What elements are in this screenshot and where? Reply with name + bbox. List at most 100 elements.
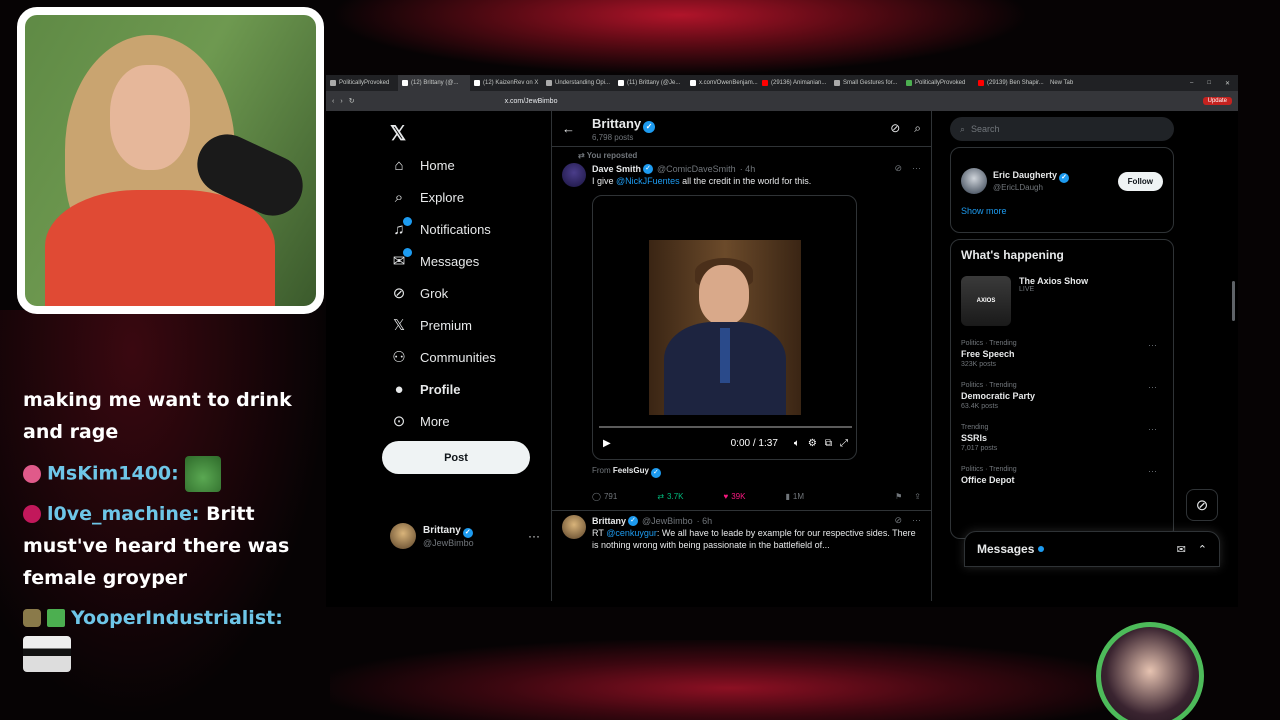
- video-player[interactable]: ▶ 0:00 / 1:37 🔈︎ ⚙ ⧉ ⤢: [592, 195, 857, 460]
- fullscreen-icon[interactable]: ⤢: [840, 438, 848, 449]
- more-dots-icon[interactable]: ···: [912, 515, 921, 526]
- tweet[interactable]: ⇄ You reposted Dave Smith ✓ @ComicDaveSmi…: [552, 147, 931, 506]
- search-placeholder: Search: [971, 124, 1000, 134]
- grok-icon[interactable]: ⊘: [890, 121, 900, 136]
- stream-chat: making me want to drink and rage MsKim14…: [23, 384, 323, 672]
- more-dots-icon[interactable]: ···: [1148, 340, 1157, 350]
- nav-explore[interactable]: ⌕ Explore: [390, 185, 464, 209]
- x-logo-icon[interactable]: 𝕏: [390, 121, 406, 146]
- minimize-icon[interactable]: –: [1190, 80, 1193, 87]
- maximize-icon[interactable]: □: [1207, 80, 1211, 87]
- new-message-icon[interactable]: ✉: [1177, 543, 1186, 556]
- nav-communities[interactable]: ⚇ Communities: [390, 345, 496, 369]
- tweet-handle[interactable]: @ComicDaveSmith: [657, 164, 736, 174]
- tab-label: PoliticallyProvoked: [915, 80, 966, 86]
- reply-button[interactable]: ◯ 791: [592, 492, 617, 501]
- nav-messages[interactable]: ✉ Messages: [390, 248, 479, 273]
- live-event[interactable]: AXIOS The Axios Show LIVE: [961, 276, 1163, 326]
- trend-item[interactable]: Politics · Trending Office Depot ···: [961, 466, 1163, 485]
- background-glow-top: [330, 0, 1030, 75]
- grok-icon[interactable]: ⊘: [894, 163, 902, 174]
- avatar[interactable]: [961, 168, 987, 194]
- follow-button[interactable]: Follow: [1117, 171, 1163, 191]
- search-icon[interactable]: ⌕: [914, 121, 921, 136]
- trend-category: Politics · Trending: [961, 340, 1017, 347]
- update-button[interactable]: Update: [1202, 97, 1232, 105]
- from-author[interactable]: FeelsGuy: [613, 466, 649, 475]
- nav-premium[interactable]: 𝕏 Premium: [390, 313, 472, 337]
- post-button[interactable]: Post: [382, 441, 530, 474]
- nav-notifications[interactable]: ♫ Notifications: [390, 216, 491, 241]
- back-icon[interactable]: ‹: [332, 98, 334, 105]
- nav-more[interactable]: ⊙ More: [390, 409, 450, 433]
- browser-tab[interactable]: (12) KaizenRev on X: [470, 75, 542, 91]
- views-button[interactable]: ▮ 1M: [785, 492, 804, 501]
- messages-drawer[interactable]: Messages ✉ ⌃: [964, 531, 1220, 567]
- browser-tab[interactable]: Small Gestures for...: [830, 75, 902, 91]
- trend-item[interactable]: Trending SSRIs 7,017 posts ···: [961, 424, 1163, 452]
- browser-tab[interactable]: (29139) Ben Shapir...: [974, 75, 1046, 91]
- mention-link[interactable]: @NickJFuentes: [616, 176, 680, 186]
- grok-floating-button[interactable]: ⊘: [1186, 489, 1218, 521]
- forward-icon[interactable]: ›: [340, 98, 342, 105]
- volume-icon[interactable]: 🔈︎: [794, 438, 800, 449]
- tab-label: Understanding Opi...: [555, 80, 611, 86]
- verified-icon: ✓: [643, 163, 654, 174]
- settings-gear-icon[interactable]: ⚙: [808, 438, 817, 449]
- url-field[interactable]: x.com/JewBimbo: [505, 98, 558, 105]
- tweet-time[interactable]: · 4h: [740, 164, 756, 174]
- account-name: Brittany ✓: [423, 525, 474, 538]
- more-dots-icon[interactable]: ···: [1148, 382, 1157, 392]
- browser-tab[interactable]: x.com/OwenBenjam...: [686, 75, 758, 91]
- more-dots-icon[interactable]: ···: [528, 529, 540, 543]
- like-button[interactable]: ♥ 39K: [723, 492, 745, 501]
- verified-icon: ✓: [1059, 173, 1070, 183]
- reload-icon[interactable]: ↻: [349, 97, 355, 105]
- play-icon[interactable]: ▶: [603, 438, 611, 449]
- trend-item[interactable]: Politics · Trending Democratic Party 63.…: [961, 382, 1163, 410]
- tweet[interactable]: Brittany ✓ @JewBimbo · 6h ⊘ ··· RT @cenkuy…: [552, 511, 931, 551]
- grok-icon: ⊘: [1195, 497, 1209, 514]
- video-progress-bar[interactable]: [599, 426, 852, 428]
- more-dots-icon[interactable]: ···: [912, 163, 921, 174]
- chevron-up-icon[interactable]: ⌃: [1198, 543, 1207, 556]
- nav-profile[interactable]: ● Profile: [390, 377, 460, 401]
- share-icon[interactable]: ⇪: [914, 492, 921, 501]
- avatar[interactable]: [562, 163, 586, 187]
- mention-link[interactable]: @cenkuygur: [606, 528, 657, 538]
- tweet-author[interactable]: Brittany: [592, 516, 626, 526]
- tweet-time[interactable]: · 6h: [697, 516, 713, 526]
- suggested-user-name[interactable]: Eric Daugherty ✓: [993, 170, 1070, 183]
- more-dots-icon[interactable]: ···: [1148, 466, 1157, 476]
- tweet-author[interactable]: Dave Smith: [592, 164, 641, 174]
- youtube-favicon-icon: [762, 80, 768, 86]
- show-more-link[interactable]: Show more: [961, 206, 1163, 216]
- back-arrow-icon[interactable]: ←: [562, 121, 592, 136]
- pip-icon[interactable]: ⧉: [825, 438, 832, 449]
- repost-button[interactable]: ⇄ 3.7K: [657, 492, 683, 501]
- avatar[interactable]: [562, 515, 586, 539]
- notification-dot: [403, 216, 412, 226]
- account-switcher[interactable]: Brittany ✓ @JewBimbo ···: [390, 523, 540, 549]
- tweet-handle[interactable]: @JewBimbo: [642, 516, 693, 526]
- browser-tab[interactable]: (11) Brittany (@Je...: [614, 75, 686, 91]
- grok-icon[interactable]: ⊘: [894, 515, 902, 526]
- nav-grok[interactable]: ⊘ Grok: [390, 281, 448, 305]
- trend-name: Free Speech: [961, 349, 1015, 359]
- search-input[interactable]: ⌕ Search: [950, 117, 1174, 141]
- trend-item[interactable]: Politics · Trending Free Speech 323K pos…: [961, 340, 1163, 368]
- scrollbar[interactable]: [1232, 281, 1235, 321]
- browser-tab[interactable]: (29136) Animanian...: [758, 75, 830, 91]
- bookmark-icon[interactable]: ⚑: [895, 492, 902, 501]
- background-glow-bottom: [330, 640, 1130, 720]
- browser-tab[interactable]: PoliticallyProvoked: [326, 75, 398, 91]
- tweet-actions: ◯ 791 ⇄ 3.7K ♥ 39K ▮ 1M ⚑ ⇪: [592, 486, 921, 506]
- close-icon[interactable]: ✕: [1225, 80, 1230, 87]
- browser-tab[interactable]: Understanding Opi...: [542, 75, 614, 91]
- more-dots-icon[interactable]: ···: [1148, 424, 1157, 434]
- browser-tab[interactable]: PoliticallyProvoked: [902, 75, 974, 91]
- nav-home[interactable]: ⌂ Home: [390, 153, 454, 177]
- user-badge-icon: [23, 505, 41, 523]
- browser-tab-active[interactable]: (12) Brittany (@...: [398, 75, 470, 91]
- browser-tab[interactable]: New Tab: [1046, 75, 1106, 91]
